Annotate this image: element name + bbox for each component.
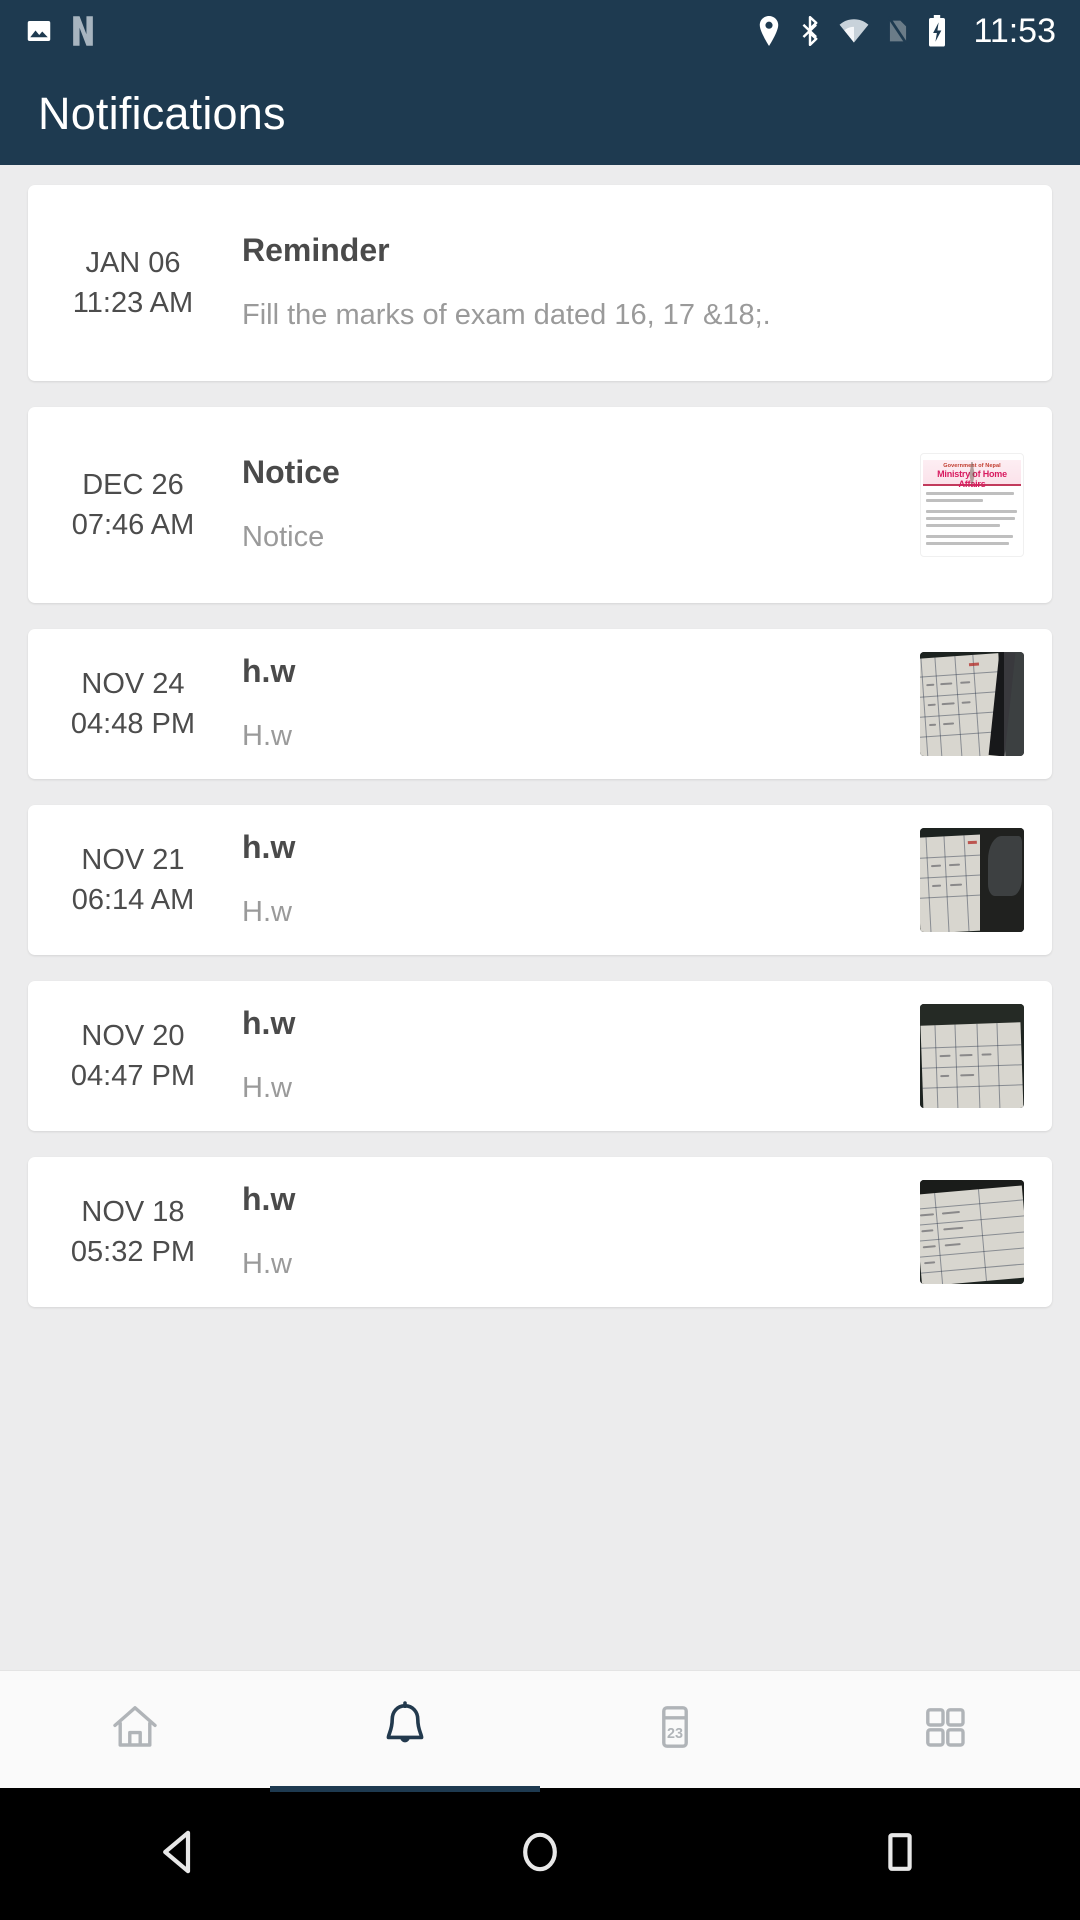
notification-datetime: NOV 21 06:14 AM: [38, 840, 228, 920]
notification-content: h.w H.w: [228, 652, 920, 756]
notification-item[interactable]: NOV 20 04:47 PM h.w H.w: [28, 981, 1052, 1131]
status-bar-left-icons: [24, 15, 98, 47]
notification-thumbnail[interactable]: [920, 1180, 1024, 1284]
notification-content: h.w H.w: [228, 1180, 920, 1284]
bell-icon: [377, 1699, 433, 1760]
nav-tab-calendar[interactable]: 23: [540, 1671, 810, 1788]
notification-item[interactable]: DEC 26 07:46 AM Notice Notice Government…: [28, 407, 1052, 603]
notification-body: H.w: [242, 1248, 292, 1281]
notification-title: h.w: [242, 652, 296, 689]
battery-charging-icon: [927, 15, 947, 47]
grid-icon: [917, 1699, 973, 1760]
nav-tab-more[interactable]: [810, 1671, 1080, 1788]
notification-content: h.w H.w: [228, 828, 920, 932]
notification-body: Notice: [242, 521, 325, 554]
recents-square-icon: [874, 1826, 926, 1883]
calendar-badge-number: 23: [667, 1726, 683, 1742]
notification-title: h.w: [242, 1180, 296, 1217]
sim-off-icon: [887, 16, 909, 46]
notification-date: NOV 21: [81, 844, 185, 876]
notification-list[interactable]: JAN 06 11:23 AM Reminder Fill the marks …: [0, 165, 1080, 1670]
notification-thumbnail[interactable]: [920, 828, 1024, 932]
bottom-navigation: 23: [0, 1670, 1080, 1792]
notification-content: Notice Notice: [228, 453, 920, 557]
notification-date: NOV 20: [81, 1020, 185, 1052]
notebook-photo: [920, 1180, 1024, 1284]
notification-date: NOV 24: [81, 668, 185, 700]
home-circle-icon: [514, 1826, 566, 1883]
notification-time: 06:14 AM: [71, 884, 195, 916]
notification-content: h.w H.w: [228, 1004, 920, 1108]
notebook-photo: [920, 652, 1024, 756]
notification-title: Notice: [242, 453, 340, 490]
active-tab-indicator: [270, 1786, 540, 1792]
app-root: 11:53 Notifications JAN 06 11:23 AM Remi…: [0, 0, 1080, 1920]
notification-body: H.w: [242, 896, 292, 929]
notification-date: JAN 06: [85, 247, 181, 279]
notification-date: NOV 18: [81, 1196, 185, 1228]
notification-body: Fill the marks of exam dated 16, 17 &18;…: [242, 299, 771, 332]
notification-time: 07:46 AM: [71, 509, 195, 541]
notification-time: 04:47 PM: [70, 1060, 196, 1092]
notification-time: 05:32 PM: [70, 1236, 196, 1268]
page-title: Notifications: [38, 87, 286, 139]
calendar-icon: 23: [647, 1699, 703, 1760]
back-triangle-icon: [154, 1826, 206, 1883]
bluetooth-icon: [799, 16, 821, 46]
android-home-button[interactable]: [360, 1788, 720, 1920]
notification-datetime: NOV 20 04:47 PM: [38, 1016, 228, 1096]
notification-item[interactable]: NOV 24 04:48 PM h.w H.w: [28, 629, 1052, 779]
notebook-photo: [920, 828, 1024, 932]
image-icon: [24, 16, 54, 46]
notification-title: Reminder: [242, 231, 390, 268]
android-back-button[interactable]: [0, 1788, 360, 1920]
notification-date: DEC 26: [82, 469, 184, 501]
notification-thumbnail[interactable]: [920, 1004, 1024, 1108]
notification-datetime: NOV 24 04:48 PM: [38, 664, 228, 744]
android-navigation-bar: [0, 1788, 1080, 1920]
status-bar-clock: 11:53: [973, 11, 1056, 50]
notification-title: h.w: [242, 1004, 296, 1041]
notification-item[interactable]: NOV 21 06:14 AM h.w H.w: [28, 805, 1052, 955]
notification-body: H.w: [242, 1072, 292, 1105]
status-bar-right-icons: 11:53: [757, 12, 1056, 51]
notification-datetime: DEC 26 07:46 AM: [38, 465, 228, 545]
android-recents-button[interactable]: [720, 1788, 1080, 1920]
notice-body-text: [926, 492, 1018, 549]
home-icon: [107, 1699, 163, 1760]
app-bar: Notifications: [0, 62, 1080, 165]
notification-time: 11:23 AM: [72, 287, 194, 319]
wifi-icon: [839, 18, 869, 44]
nav-tab-notifications[interactable]: [270, 1671, 540, 1792]
netflix-n-icon: [68, 15, 98, 47]
notification-datetime: NOV 18 05:32 PM: [38, 1192, 228, 1272]
notification-body: H.w: [242, 720, 292, 753]
notification-thumbnail[interactable]: [920, 652, 1024, 756]
status-bar: 11:53: [0, 0, 1080, 62]
location-icon: [757, 16, 781, 46]
notebook-photo: [920, 1004, 1024, 1108]
notification-content: Reminder Fill the marks of exam dated 16…: [228, 231, 1024, 335]
notification-item[interactable]: NOV 18 05:32 PM h.w H.w: [28, 1157, 1052, 1307]
notification-title: h.w: [242, 828, 296, 865]
notification-datetime: JAN 06 11:23 AM: [38, 243, 228, 323]
nav-tab-home[interactable]: [0, 1671, 270, 1788]
notification-thumbnail[interactable]: Government of Nepal Ministry of Home Aff…: [920, 453, 1024, 557]
notification-time: 04:48 PM: [70, 708, 196, 740]
notification-item[interactable]: JAN 06 11:23 AM Reminder Fill the marks …: [28, 185, 1052, 381]
